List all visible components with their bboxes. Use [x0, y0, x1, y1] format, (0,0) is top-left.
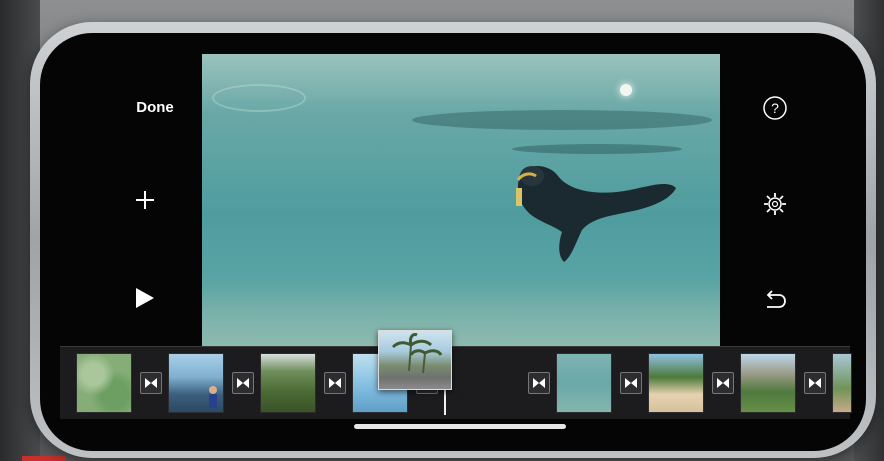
question-mark-icon: ?: [763, 96, 787, 120]
svg-text:?: ?: [771, 100, 779, 116]
undo-icon: [766, 290, 786, 308]
plus-icon: [136, 191, 154, 209]
video-viewer[interactable]: [202, 54, 720, 346]
seafloor: [202, 276, 720, 346]
bowtie-transition-icon: [237, 378, 249, 388]
done-button[interactable]: Done: [120, 93, 190, 121]
bowtie-transition-icon: [717, 378, 729, 388]
transition-button[interactable]: [324, 372, 346, 394]
timeline-clip[interactable]: [76, 353, 132, 413]
gear-icon: [764, 193, 786, 215]
surface-ripple: [212, 84, 306, 112]
timeline-clip[interactable]: [260, 353, 316, 413]
snorkeler-figure: [516, 165, 676, 262]
transition-button[interactable]: [712, 372, 734, 394]
play-button[interactable]: [132, 283, 158, 313]
timeline-clip[interactable]: [832, 353, 852, 413]
progress-strip: [22, 456, 66, 461]
imovie-screen: Done ?: [40, 33, 866, 451]
play-icon: [136, 288, 154, 308]
transition-button[interactable]: [528, 372, 550, 394]
transition-button[interactable]: [804, 372, 826, 394]
add-media-button[interactable]: [130, 185, 160, 215]
person-figure: [209, 386, 217, 408]
timeline-clip[interactable]: [556, 353, 612, 413]
dragged-clip[interactable]: [378, 330, 452, 390]
bowtie-transition-icon: [809, 378, 821, 388]
project-timeline[interactable]: [60, 346, 852, 419]
surface-shadow: [412, 110, 712, 130]
bowtie-transition-icon: [625, 378, 637, 388]
transition-button[interactable]: [232, 372, 254, 394]
timeline-clip[interactable]: [168, 353, 224, 413]
bowtie-transition-icon: [329, 378, 341, 388]
palm-tree-figure: [391, 333, 443, 374]
settings-button[interactable]: [762, 191, 788, 217]
transition-button[interactable]: [140, 372, 162, 394]
bowtie-transition-icon: [145, 378, 157, 388]
sun-glare: [620, 84, 632, 96]
timeline-clip[interactable]: [648, 353, 704, 413]
home-indicator[interactable]: [354, 424, 566, 429]
undo-button[interactable]: [762, 287, 788, 313]
transition-button[interactable]: [620, 372, 642, 394]
bowtie-transition-icon: [533, 378, 545, 388]
timeline-clip[interactable]: [740, 353, 796, 413]
help-button[interactable]: ?: [762, 95, 788, 121]
